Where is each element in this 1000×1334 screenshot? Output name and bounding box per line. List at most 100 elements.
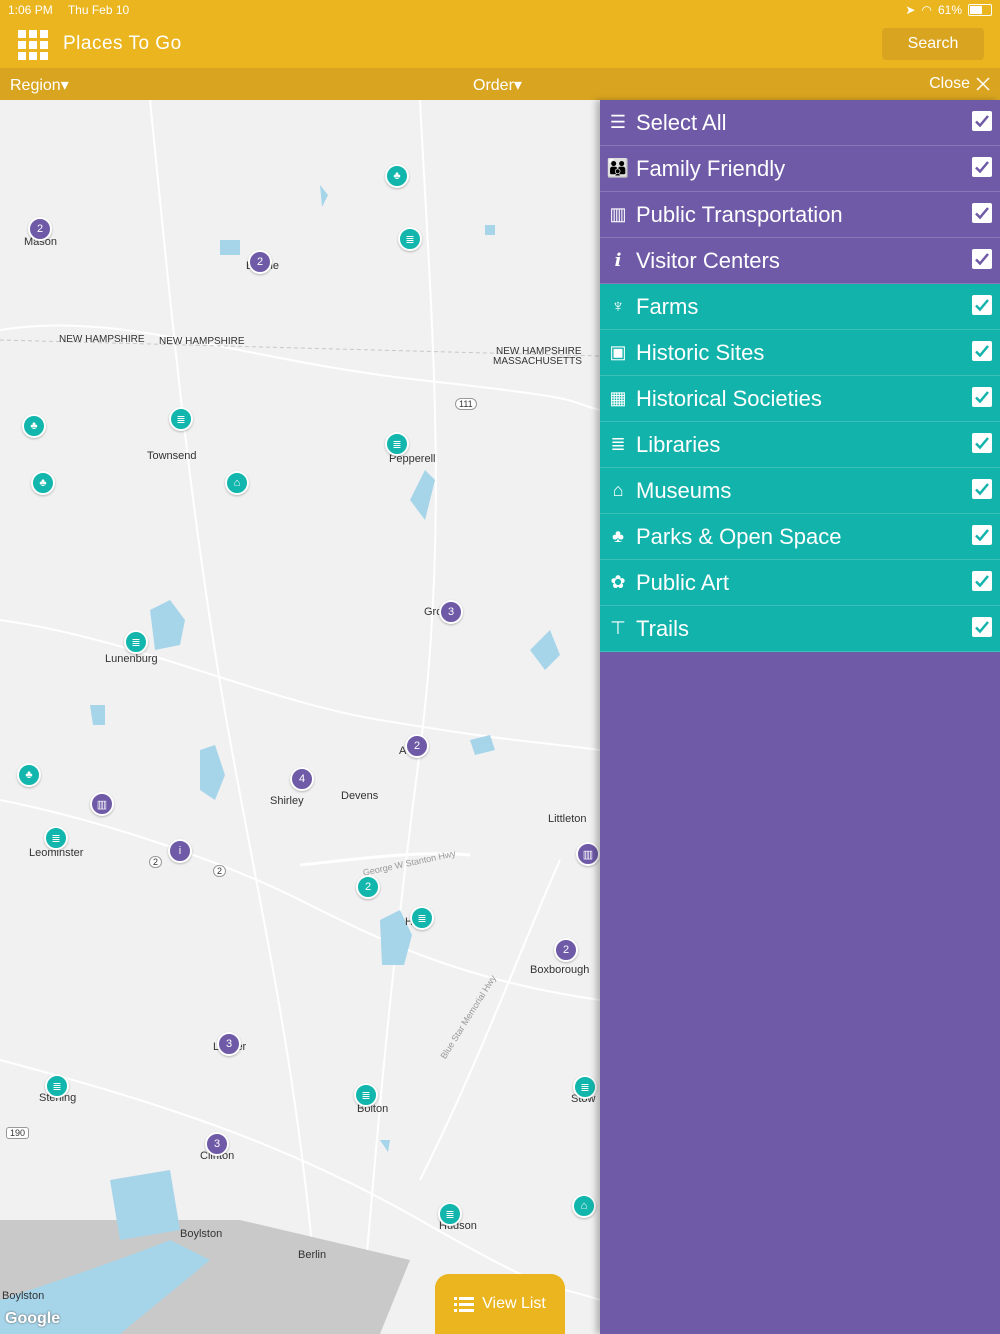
category-label: Museums bbox=[636, 477, 732, 503]
close-label: Close bbox=[929, 75, 970, 92]
town-label: Berlin bbox=[298, 1249, 327, 1261]
library-pin-icon[interactable]: ≣ bbox=[354, 1083, 378, 1107]
checkmark-icon bbox=[975, 575, 989, 588]
cluster-pin[interactable]: 2 bbox=[405, 734, 429, 758]
category-checkbox[interactable] bbox=[972, 617, 992, 637]
category-label: Public Art bbox=[636, 569, 729, 595]
category-checkbox[interactable] bbox=[972, 203, 992, 223]
category-checkbox[interactable] bbox=[972, 249, 992, 269]
category-checkbox[interactable] bbox=[972, 111, 992, 131]
close-button[interactable]: Close bbox=[929, 75, 990, 93]
library-pin-icon[interactable]: ≣ bbox=[573, 1075, 597, 1099]
category-checkbox[interactable] bbox=[972, 341, 992, 361]
library-pin-icon[interactable]: ≣ bbox=[169, 407, 193, 431]
info-icon: i bbox=[614, 250, 622, 271]
category-checkbox[interactable] bbox=[972, 479, 992, 499]
status-bar: 1:06 PM Thu Feb 10 ➤ ◠ 61% bbox=[0, 0, 1000, 20]
checkmark-icon bbox=[975, 207, 989, 220]
filter-bar: Region▾ Order▾ Close bbox=[0, 68, 1000, 100]
cluster-pin[interactable]: 4 bbox=[290, 767, 314, 791]
route-shield: 2 bbox=[149, 856, 163, 868]
category-row-visitor-centers[interactable]: i Visitor Centers bbox=[600, 238, 1000, 284]
transit-pin-icon[interactable]: ▥ bbox=[90, 792, 114, 816]
town-label: Devens bbox=[341, 790, 379, 802]
library-pin-icon[interactable]: ≣ bbox=[124, 630, 148, 654]
view-list-label: View List bbox=[482, 1295, 546, 1312]
category-row-public-transportation[interactable]: ▥ Public Transportation bbox=[600, 192, 1000, 238]
town-label: Townsend bbox=[147, 450, 197, 462]
route-shield: 2 bbox=[213, 865, 227, 877]
checkmark-icon bbox=[975, 391, 989, 404]
close-icon bbox=[976, 77, 990, 91]
status-time: 1:06 PM bbox=[8, 3, 53, 17]
museum-pin-icon[interactable]: ⌂ bbox=[572, 1194, 596, 1218]
park-pin-icon[interactable]: ♣ bbox=[22, 414, 46, 438]
category-row-family-friendly[interactable]: 👪 Family Friendly bbox=[600, 146, 1000, 192]
cluster-pin[interactable]: 3 bbox=[217, 1032, 241, 1056]
museum-icon: ⌂ bbox=[612, 480, 624, 500]
park-pin-icon[interactable]: ♣ bbox=[31, 471, 55, 495]
cluster-pin[interactable]: 2 bbox=[248, 250, 272, 274]
transit-pin-icon[interactable]: ▥ bbox=[576, 842, 600, 866]
park-pin-icon[interactable]: ♣ bbox=[17, 763, 41, 787]
category-label: Public Transportation bbox=[636, 201, 843, 227]
wifi-icon: ◠ bbox=[921, 3, 932, 17]
region-dropdown[interactable]: Region▾ bbox=[10, 75, 69, 95]
category-row-parks-open-space[interactable]: ♣ Parks & Open Space bbox=[600, 514, 1000, 560]
category-label: Farms bbox=[636, 293, 699, 319]
category-label: Historical Societies bbox=[636, 385, 822, 411]
category-filter-panel: ☰ Select All 👪 Family Friendly ▥ Public Trans… bbox=[600, 100, 1000, 1334]
category-label: Select All bbox=[636, 109, 727, 135]
town-label: Boylston bbox=[180, 1228, 223, 1240]
category-row-public-art[interactable]: ✿ Public Art bbox=[600, 560, 1000, 606]
state-label: MASSACHUSETTS bbox=[493, 356, 582, 367]
library-pin-icon[interactable]: ≣ bbox=[398, 227, 422, 251]
select-all-icon: ☰ bbox=[609, 112, 627, 132]
checkmark-icon bbox=[975, 437, 989, 450]
order-dropdown[interactable]: Order▾ bbox=[473, 75, 522, 95]
category-checkbox[interactable] bbox=[972, 295, 992, 315]
cluster-pin[interactable]: 2 bbox=[356, 875, 380, 899]
info-pin-icon[interactable]: i bbox=[168, 839, 192, 863]
library-icon: ≣ bbox=[610, 434, 626, 454]
cluster-pin[interactable]: 2 bbox=[28, 217, 52, 241]
status-date: Thu Feb 10 bbox=[67, 3, 130, 17]
checkmark-icon bbox=[975, 529, 989, 542]
town-label: Lunenburg bbox=[105, 653, 158, 665]
checkmark-icon bbox=[975, 299, 989, 312]
category-row-farms[interactable]: ♆ Farms bbox=[600, 284, 1000, 330]
cluster-pin[interactable]: 3 bbox=[439, 600, 463, 624]
cluster-pin[interactable]: 2 bbox=[554, 938, 578, 962]
category-row-select-all[interactable]: ☰ Select All bbox=[600, 100, 1000, 146]
cluster-pin[interactable]: 3 bbox=[205, 1132, 229, 1156]
map-view[interactable]: Mason B kline NEW HAMPSHIRE NEW HAMPSHIR… bbox=[0, 100, 600, 1334]
library-pin-icon[interactable]: ≣ bbox=[44, 826, 68, 850]
category-checkbox[interactable] bbox=[972, 433, 992, 453]
category-row-historical-societies[interactable]: ▦ Historical Societies bbox=[600, 376, 1000, 422]
library-pin-icon[interactable]: ≣ bbox=[385, 432, 409, 456]
category-list: ☰ Select All 👪 Family Friendly ▥ Public Trans… bbox=[600, 100, 1000, 652]
map-icon: ▥ bbox=[609, 204, 627, 224]
category-row-libraries[interactable]: ≣ Libraries bbox=[600, 422, 1000, 468]
category-checkbox[interactable] bbox=[972, 525, 992, 545]
building-icon: ▦ bbox=[609, 388, 627, 408]
category-label: Parks & Open Space bbox=[636, 523, 842, 549]
library-pin-icon[interactable]: ≣ bbox=[45, 1074, 69, 1098]
route-shield: 111 bbox=[455, 398, 477, 410]
category-row-historic-sites[interactable]: ▣ Historic Sites bbox=[600, 330, 1000, 376]
view-list-button[interactable]: View List bbox=[435, 1274, 565, 1334]
category-row-trails[interactable]: ⊤ Trails bbox=[600, 606, 1000, 652]
family-icon: 👪 bbox=[606, 158, 630, 178]
category-checkbox[interactable] bbox=[972, 571, 992, 591]
route-shield: 190 bbox=[6, 1127, 30, 1139]
park-pin-icon[interactable]: ♣ bbox=[385, 164, 409, 188]
signpost-icon: ⊤ bbox=[610, 618, 626, 638]
search-button[interactable]: Search bbox=[882, 28, 984, 60]
library-pin-icon[interactable]: ≣ bbox=[410, 906, 434, 930]
library-pin-icon[interactable]: ≣ bbox=[438, 1202, 462, 1226]
app-grid-icon[interactable] bbox=[18, 30, 48, 60]
museum-pin-icon[interactable]: ⌂ bbox=[225, 471, 249, 495]
category-row-museums[interactable]: ⌂ Museums bbox=[600, 468, 1000, 514]
category-checkbox[interactable] bbox=[972, 387, 992, 407]
category-checkbox[interactable] bbox=[972, 157, 992, 177]
